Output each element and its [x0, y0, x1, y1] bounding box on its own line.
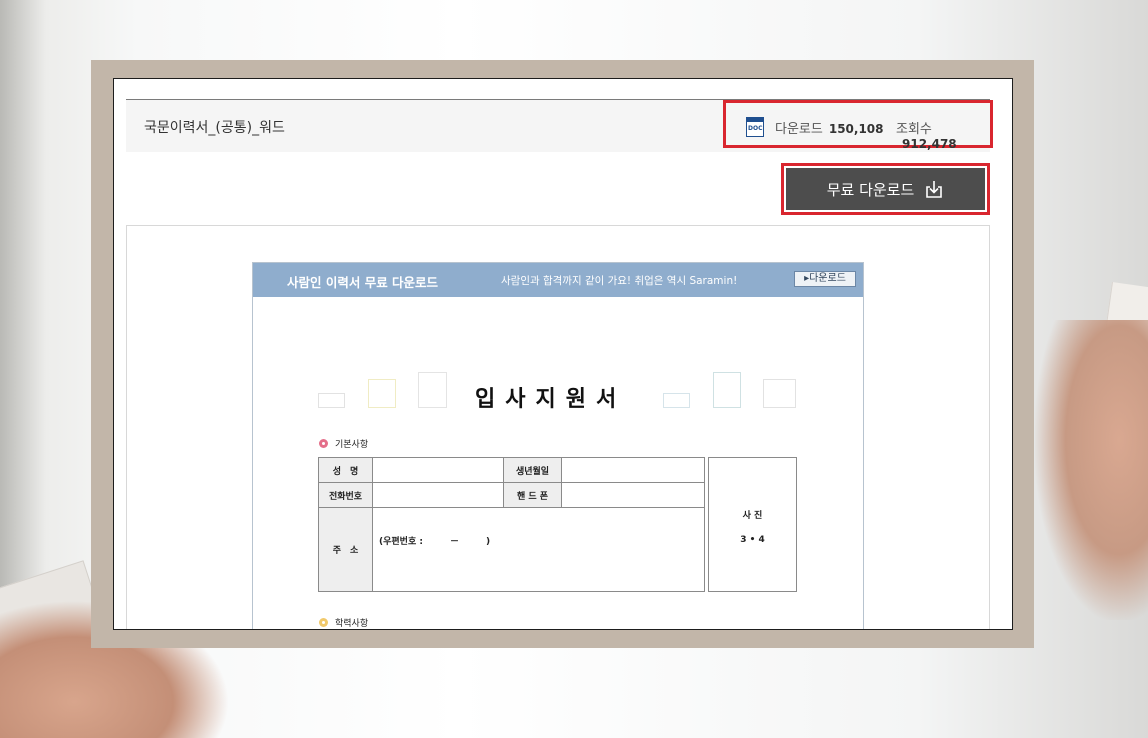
- preview-banner: 사람인 이력서 무료 다운로드 사람인과 합격까지 같이 가요! 취업은 역시 …: [253, 263, 863, 297]
- field-mobile[interactable]: [561, 482, 705, 508]
- label-birth: 생년월일: [503, 457, 562, 483]
- field-name[interactable]: [372, 457, 504, 483]
- label-phone: 전화번호: [318, 482, 373, 508]
- banner-title: 사람인 이력서 무료 다운로드: [287, 275, 439, 290]
- free-download-label: 무료 다운로드: [826, 180, 915, 199]
- views-count: 912,478: [902, 137, 957, 151]
- photo-box: 사 진 3 • 4: [708, 457, 797, 592]
- stats-highlight: DOC 다운로드 150,108 조회수912,478: [723, 100, 993, 151]
- section-basic: 기본사항: [319, 437, 368, 450]
- document-preview: 사람인 이력서 무료 다운로드 사람인과 합격까지 같이 가요! 취업은 역시 …: [126, 225, 990, 629]
- views-stat: 조회수912,478: [896, 122, 957, 151]
- field-phone[interactable]: [372, 482, 504, 508]
- banner-download-button[interactable]: ▸다운로드: [794, 271, 856, 287]
- bullet-icon: [319, 618, 328, 627]
- label-name: 성 명: [318, 457, 373, 483]
- section-education: 학력사항: [319, 616, 368, 629]
- decor-square: [318, 393, 345, 408]
- banner-subtitle: 사람인과 합격까지 같이 가요! 취업은 역시 Saramin!: [501, 275, 738, 287]
- field-address[interactable]: (우편번호 : － ): [372, 507, 705, 592]
- photo-size: 3 • 4: [740, 535, 765, 545]
- field-birth[interactable]: [561, 457, 705, 483]
- label-address: 주 소: [318, 507, 373, 592]
- bullet-icon: [319, 439, 328, 448]
- form-title: 입사지원서: [475, 387, 627, 412]
- download-icon: [924, 179, 944, 199]
- resume-download-page: 국문이력서_(공통)_워드 DOC 다운로드 150,108 조회수912,478…: [113, 78, 1013, 630]
- download-stat: 다운로드 150,108: [775, 122, 884, 137]
- basic-info-table: 성 명 생년월일 전화번호 핸 드 폰 주 소 (우편번호 : － ): [318, 457, 705, 592]
- photo-label: 사 진: [742, 511, 763, 521]
- document-title-bar: 국문이력서_(공통)_워드 DOC 다운로드 150,108 조회수912,478: [126, 100, 993, 152]
- decor-square: [368, 379, 396, 408]
- decor-square: [763, 379, 796, 408]
- decor-square: [713, 372, 741, 408]
- document-title: 국문이력서_(공통)_워드: [144, 120, 285, 136]
- decor-square: [418, 372, 447, 408]
- download-highlight: 무료 다운로드: [781, 163, 990, 215]
- label-mobile: 핸 드 폰: [503, 482, 562, 508]
- doc-file-icon: DOC: [746, 117, 764, 137]
- decor-square: [663, 393, 690, 408]
- resume-document: 사람인 이력서 무료 다운로드 사람인과 합격까지 같이 가요! 취업은 역시 …: [252, 262, 864, 629]
- download-count: 150,108: [828, 122, 884, 136]
- free-download-button[interactable]: 무료 다운로드: [786, 168, 985, 210]
- background-hand-right: [1035, 320, 1148, 620]
